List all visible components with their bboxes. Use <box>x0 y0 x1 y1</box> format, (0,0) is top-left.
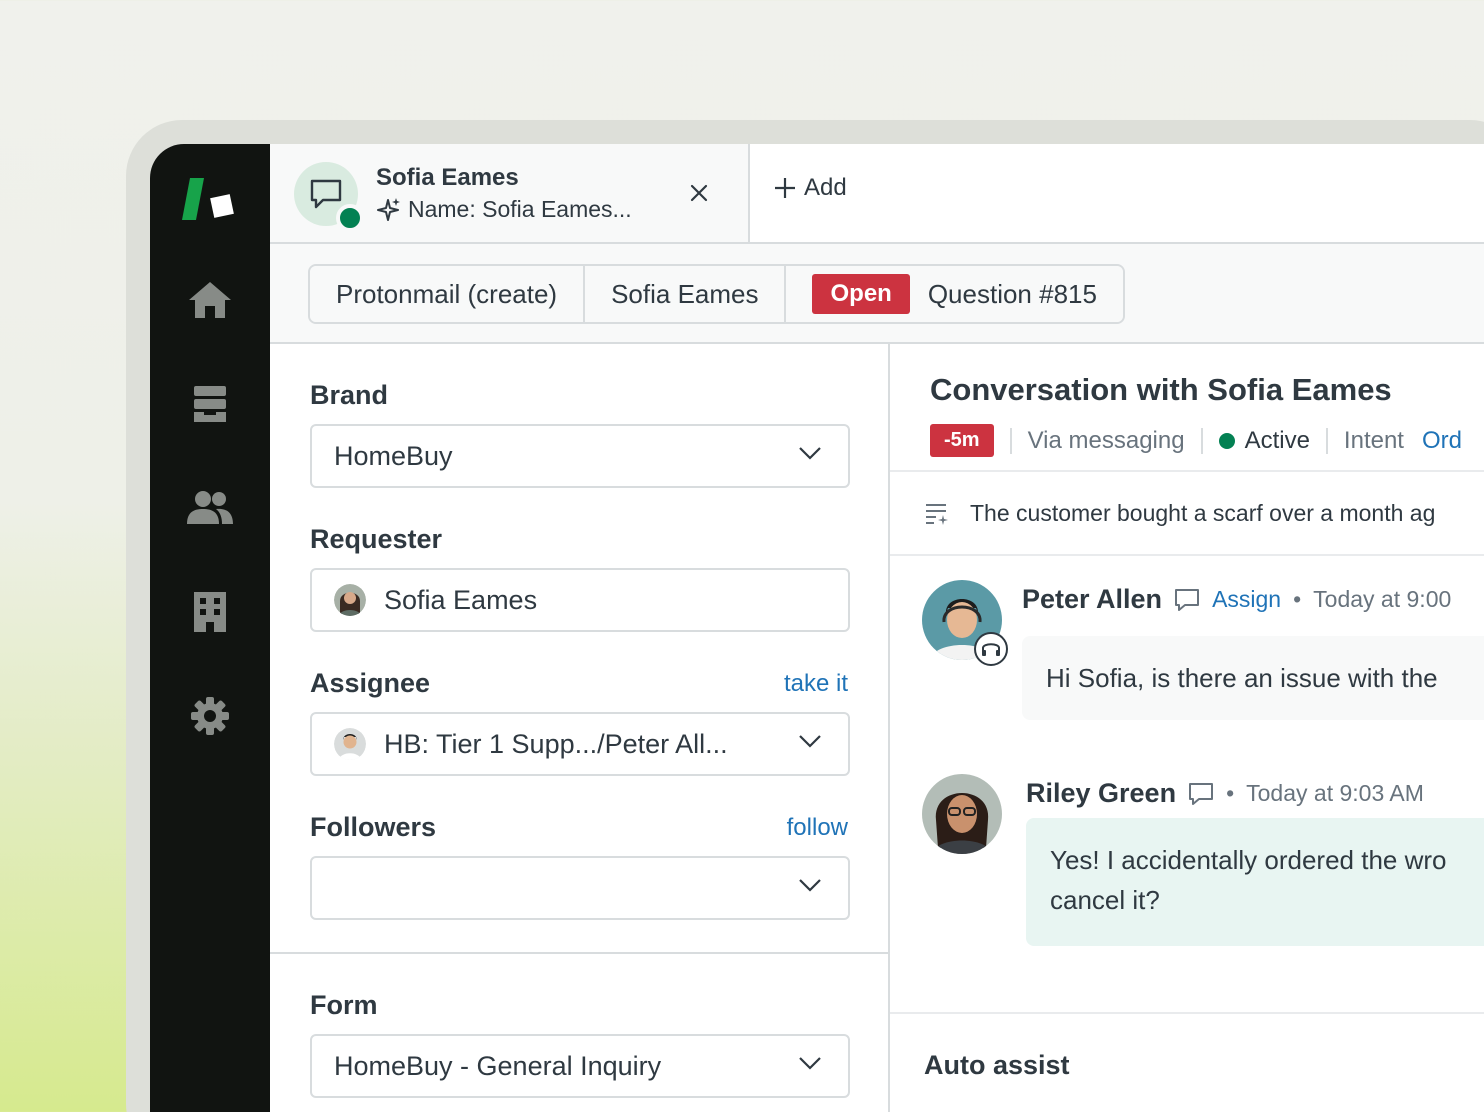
intent-label: Intent <box>1343 426 1404 454</box>
chat-icon <box>310 179 342 209</box>
requester-field[interactable]: Sofia Eames <box>310 568 850 632</box>
zendesk-logo[interactable] <box>182 174 238 224</box>
message-author: Peter Allen <box>1022 584 1163 614</box>
breadcrumb-ticket[interactable]: Open Question #815 <box>786 266 1123 322</box>
home-icon <box>189 282 231 318</box>
chevron-down-icon <box>799 879 821 892</box>
active-status-dot <box>1218 432 1235 449</box>
ticket-status-badge: Open <box>812 274 910 314</box>
tab-subtitle-row: Name: Sofia Eames... <box>376 196 632 223</box>
main-nav <box>150 144 270 1112</box>
bullet-separator: • <box>1293 586 1302 612</box>
section-divider <box>270 952 888 954</box>
avatar <box>334 584 366 616</box>
agent-badge <box>974 632 1008 666</box>
app-window: Sofia Eames Name: Sofia Eames... Add Pro… <box>150 144 1484 1112</box>
brand-value: HomeBuy <box>334 440 453 471</box>
conversation-title: Conversation with Sofia Eames <box>930 372 1392 407</box>
headset-icon <box>982 643 1000 656</box>
message-bubble: Hi Sofia, is there an issue with the <box>1022 636 1484 720</box>
plus-icon <box>775 178 795 198</box>
organizations-icon <box>194 592 226 632</box>
intent-value-link[interactable]: Ord <box>1422 427 1462 455</box>
tab-title: Sofia Eames <box>376 164 519 191</box>
auto-assist-heading: Auto assist <box>924 1050 1070 1080</box>
message-text-line-2: cancel it? <box>1050 885 1160 915</box>
tab-subtitle: Name: Sofia Eames... <box>408 196 632 222</box>
bullet-separator: • <box>1226 780 1235 806</box>
breadcrumb-organization[interactable]: Protonmail (create) <box>310 266 586 322</box>
message-time: Today at 9:03 AM <box>1246 780 1424 806</box>
comment-icon <box>1175 588 1200 611</box>
requester-value: Sofia Eames <box>384 584 538 615</box>
message-header: Peter Allen Assign • Today at 9:00 <box>1022 584 1451 615</box>
nav-views[interactable] <box>150 372 270 436</box>
message-text-line-1: Yes! I accidentally ordered the wro <box>1050 845 1447 875</box>
settings-icon <box>191 697 229 735</box>
breadcrumb-ticket-label: Question #815 <box>927 278 1097 309</box>
add-tab-label: Add <box>804 174 847 201</box>
ticket-properties-panel: Brand HomeBuy Requester Sofia Eames Assi… <box>270 344 890 1112</box>
avatar <box>334 728 366 760</box>
nav-organizations[interactable] <box>150 580 270 644</box>
nav-settings[interactable] <box>150 684 270 748</box>
message-text: Hi Sofia, is there an issue with the <box>1046 663 1438 693</box>
customers-icon <box>187 491 233 524</box>
ai-sparkle-icon <box>377 197 400 221</box>
form-select[interactable]: HomeBuy - General Inquiry <box>310 1034 850 1098</box>
tab-bar: Sofia Eames Name: Sofia Eames... Add <box>270 144 1484 244</box>
followers-select[interactable] <box>310 856 850 920</box>
followers-label: Followers <box>310 812 437 842</box>
sla-badge: -5m <box>930 424 994 457</box>
ticket-tab[interactable]: Sofia Eames Name: Sofia Eames... <box>270 144 750 242</box>
requester-label: Requester <box>310 524 443 554</box>
breadcrumb-bar: Protonmail (create) Sofia Eames Open Que… <box>270 244 1484 344</box>
form-label: Form <box>310 990 378 1020</box>
summary-text: The customer bought a scarf over a month… <box>970 500 1436 526</box>
close-tab-button[interactable] <box>684 178 714 208</box>
channel-label: Via messaging <box>1027 426 1185 454</box>
online-status-dot <box>336 204 364 232</box>
breadcrumb-requester[interactable]: Sofia Eames <box>585 266 787 322</box>
avatar <box>922 774 1002 854</box>
chevron-down-icon <box>799 1057 821 1070</box>
chevron-down-icon <box>799 447 821 460</box>
message-bubble: Yes! I accidentally ordered the wro canc… <box>1026 818 1484 946</box>
message-header: Riley Green • Today at 9:03 AM <box>1026 778 1424 809</box>
divider <box>1200 427 1203 454</box>
nav-customers[interactable] <box>150 476 270 540</box>
breadcrumb-organization-label: Protonmail (create) <box>336 278 558 309</box>
divider <box>890 470 1484 472</box>
summary-icon <box>926 503 948 525</box>
ai-summary[interactable]: The customer bought a scarf over a month… <box>924 500 1435 527</box>
form-value: HomeBuy - General Inquiry <box>334 1050 662 1081</box>
active-status-label: Active <box>1244 426 1310 454</box>
divider <box>890 1012 1484 1014</box>
breadcrumb: Protonmail (create) Sofia Eames Open Que… <box>308 264 1125 324</box>
take-it-link[interactable]: take it <box>784 670 848 698</box>
assignee-label: Assignee <box>310 668 431 698</box>
chevron-down-icon <box>799 735 821 748</box>
message-author: Riley Green <box>1026 778 1177 808</box>
breadcrumb-requester-label: Sofia Eames <box>611 278 759 309</box>
divider <box>1009 427 1012 454</box>
follow-link[interactable]: follow <box>787 814 848 842</box>
divider <box>1325 427 1328 454</box>
brand-select[interactable]: HomeBuy <box>310 424 850 488</box>
views-icon <box>194 386 226 422</box>
comment-icon <box>1189 782 1214 805</box>
message-time: Today at 9:00 <box>1313 586 1452 612</box>
conversation-panel: Conversation with Sofia Eames -5m Via me… <box>890 344 1484 1112</box>
assignee-select[interactable]: HB: Tier 1 Supp.../Peter All... <box>310 712 850 776</box>
assignee-value: HB: Tier 1 Supp.../Peter All... <box>384 728 728 759</box>
nav-home[interactable] <box>150 268 270 332</box>
assign-link[interactable]: Assign <box>1212 586 1281 613</box>
conversation-meta: -5m Via messaging Active Intent Ord <box>930 424 1462 457</box>
add-tab-button[interactable]: Add <box>774 174 847 202</box>
divider <box>890 554 1484 556</box>
brand-label: Brand <box>310 380 389 410</box>
close-icon <box>690 184 708 202</box>
